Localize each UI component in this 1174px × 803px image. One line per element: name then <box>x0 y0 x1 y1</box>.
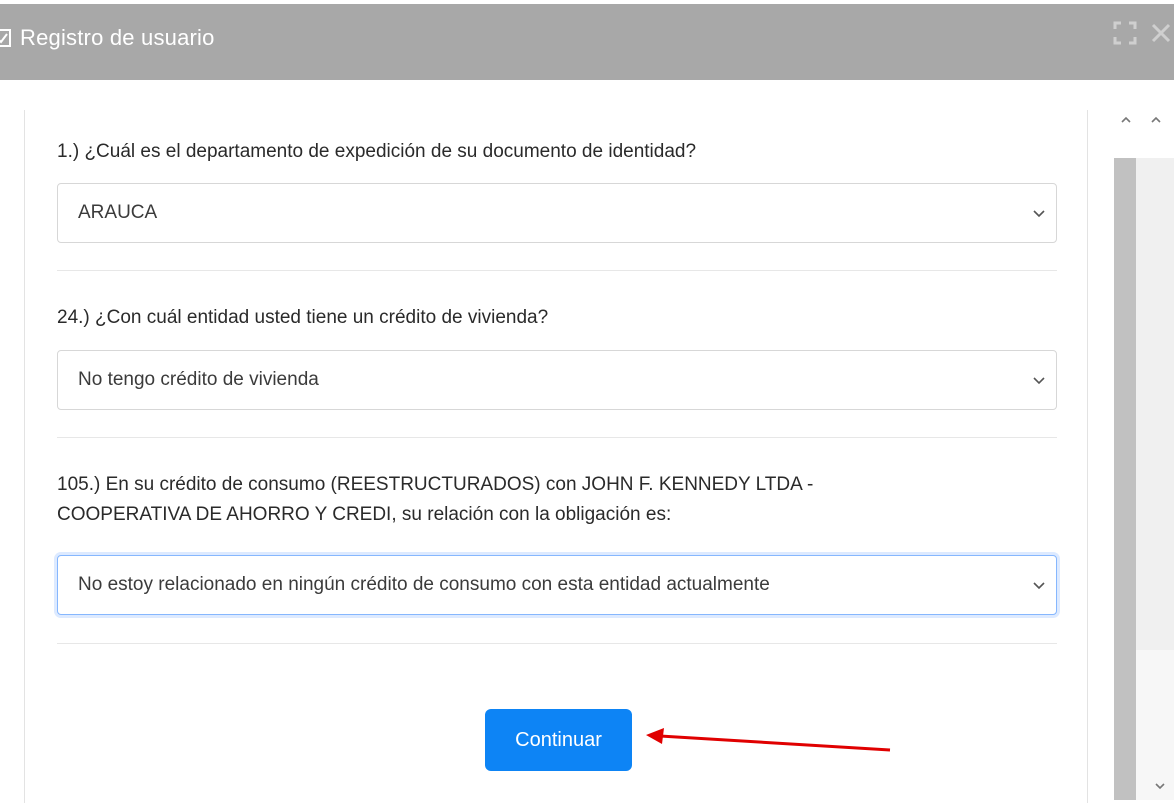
continue-button[interactable]: Continuar <box>485 709 632 771</box>
maximize-icon[interactable] <box>1112 20 1138 46</box>
dialog-title-bar: Registro de usuario <box>0 23 215 53</box>
question-3-selected-value: No estoy relacionado en ningún crédito d… <box>78 574 770 595</box>
question-1-select[interactable]: ARAUCA <box>57 183 1057 243</box>
question-2-label: 24.) ¿Con cuál entidad usted tiene un cr… <box>57 307 549 328</box>
dialog-header: Registro de usuario <box>0 0 1174 80</box>
checkbox-icon <box>0 29 11 47</box>
scroll-up-icon[interactable] <box>1150 114 1162 126</box>
chevron-down-icon <box>1033 377 1045 385</box>
scroll-up-icon[interactable] <box>1120 114 1132 126</box>
scrollbar-thumb-lower[interactable] <box>1114 650 1136 800</box>
chevron-down-icon <box>1033 210 1045 218</box>
dialog-title: Registro de usuario <box>20 25 215 50</box>
question-2-selected-value: No tengo crédito de vivienda <box>78 369 319 390</box>
question-3-label-line2: COOPERATIVA DE AHORRO Y CREDI, su relaci… <box>57 504 672 525</box>
question-1-selected-value: ARAUCA <box>78 202 158 223</box>
chevron-down-icon <box>1033 582 1045 590</box>
scrollbar[interactable] <box>1114 110 1174 803</box>
question-3-label-line1: 105.) En su crédito de consumo (REESTRUC… <box>57 474 814 495</box>
divider <box>57 643 1057 644</box>
dialog-header-actions <box>1112 20 1174 46</box>
scroll-down-icon[interactable] <box>1154 780 1166 792</box>
annotation-arrow <box>646 728 891 752</box>
question-3-label: 105.) En su crédito de consumo (REESTRUC… <box>57 470 1067 530</box>
question-3-select[interactable]: No estoy relacionado en ningún crédito d… <box>57 555 1057 615</box>
scrollbar-track-lower <box>1136 650 1174 800</box>
divider <box>57 437 1057 438</box>
divider <box>57 270 1057 271</box>
close-icon[interactable] <box>1148 20 1174 46</box>
question-2-select[interactable]: No tengo crédito de vivienda <box>57 350 1057 410</box>
question-1-label: 1.) ¿Cuál es el departamento de expedici… <box>57 141 697 162</box>
